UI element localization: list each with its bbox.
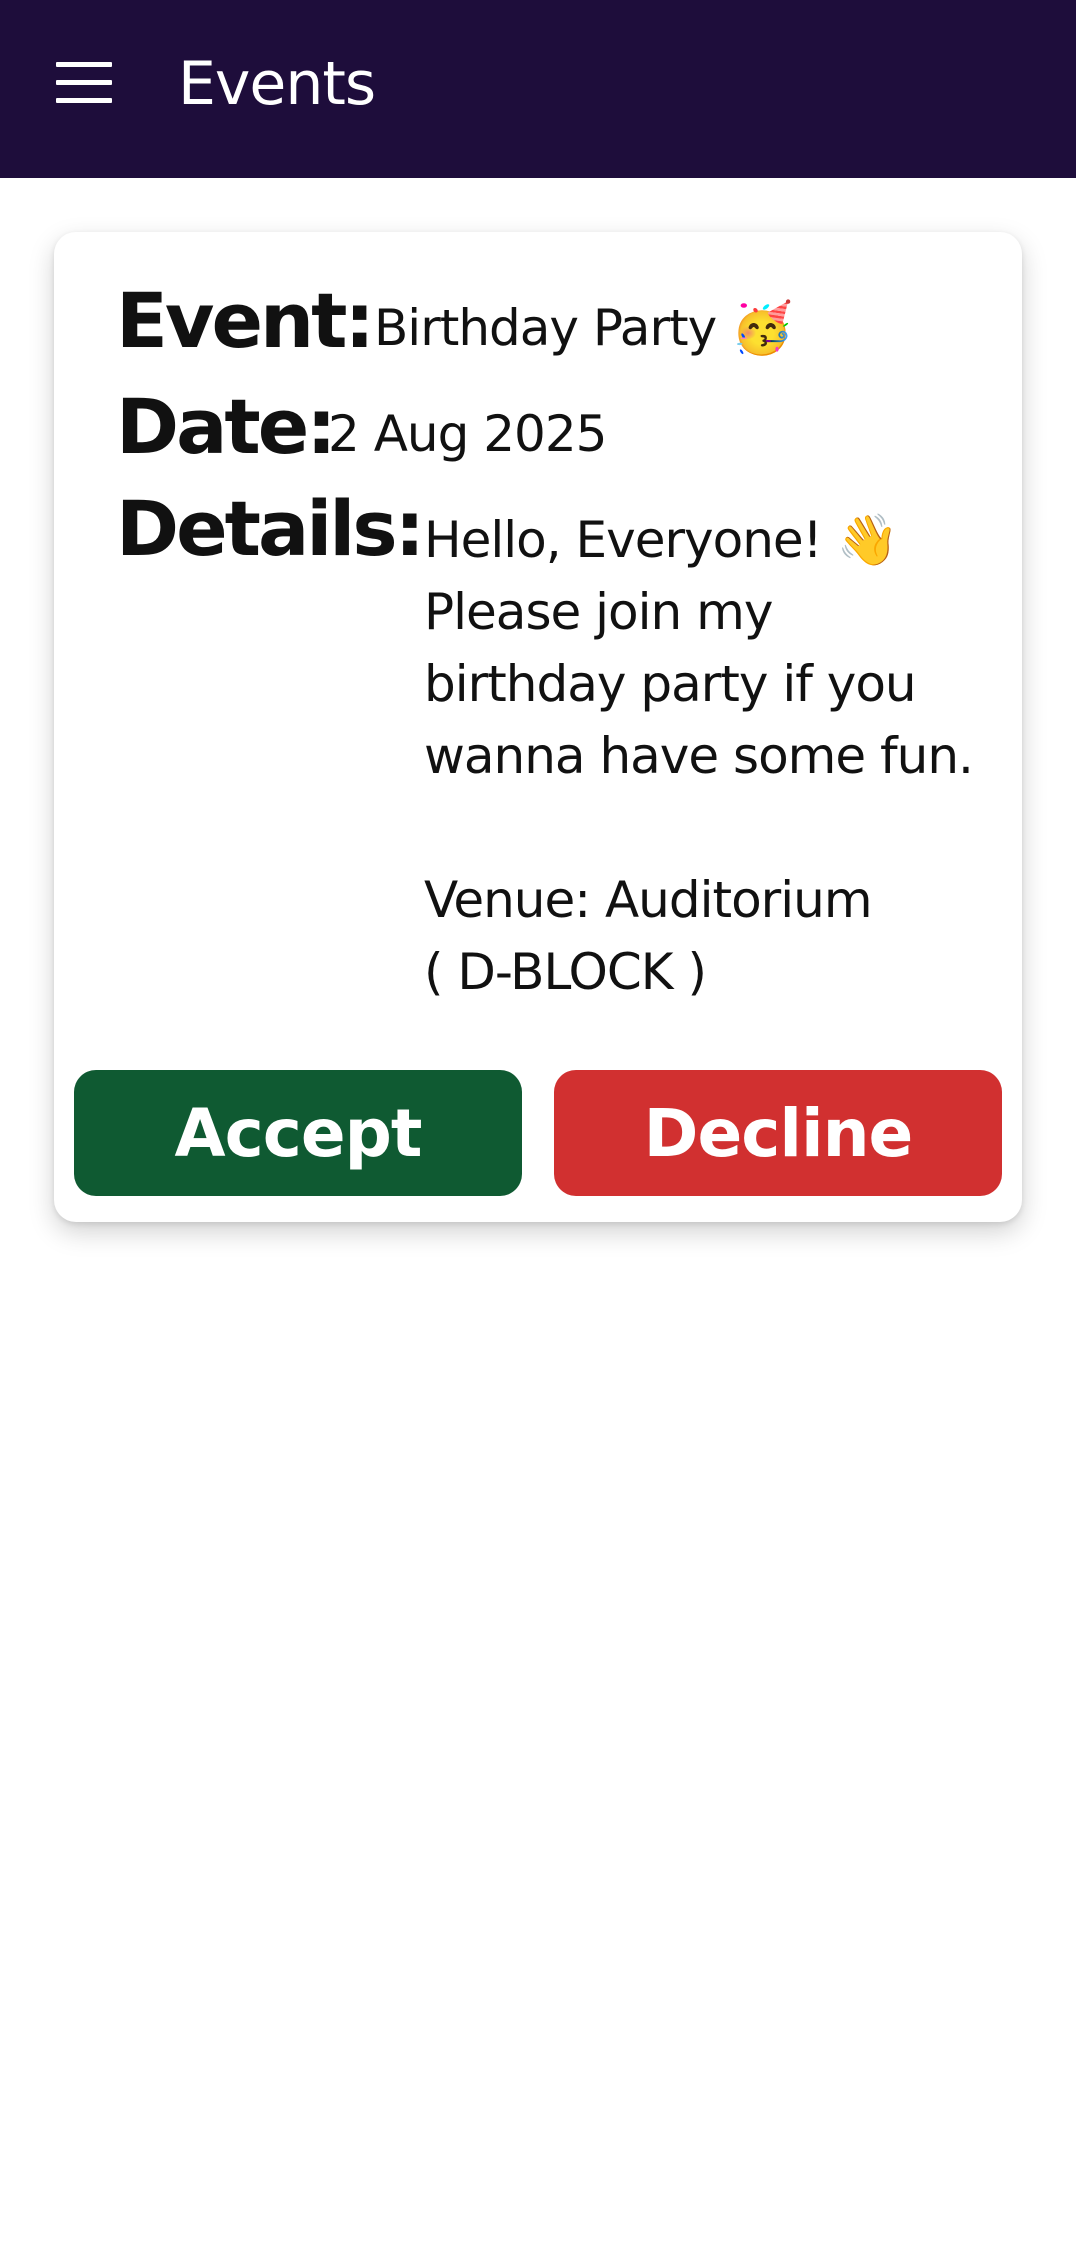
accept-button[interactable]: Accept: [74, 1070, 522, 1196]
page-title: Events: [178, 49, 376, 119]
app-bar: Events: [0, 0, 1076, 178]
details-label: Details:: [116, 484, 425, 573]
event-card: Event: Birthday Party 🥳 Date: 2 Aug 2025…: [54, 232, 1022, 1222]
date-label: Date:: [116, 382, 337, 471]
event-name: Birthday Party 🥳: [374, 299, 793, 357]
event-label: Event:: [116, 276, 375, 365]
event-details: Hello, Everyone! 👋 Please join my birthd…: [424, 511, 974, 1001]
event-date: 2 Aug 2025: [328, 405, 607, 463]
decline-button[interactable]: Decline: [554, 1070, 1002, 1196]
hamburger-menu-icon[interactable]: [56, 62, 112, 104]
